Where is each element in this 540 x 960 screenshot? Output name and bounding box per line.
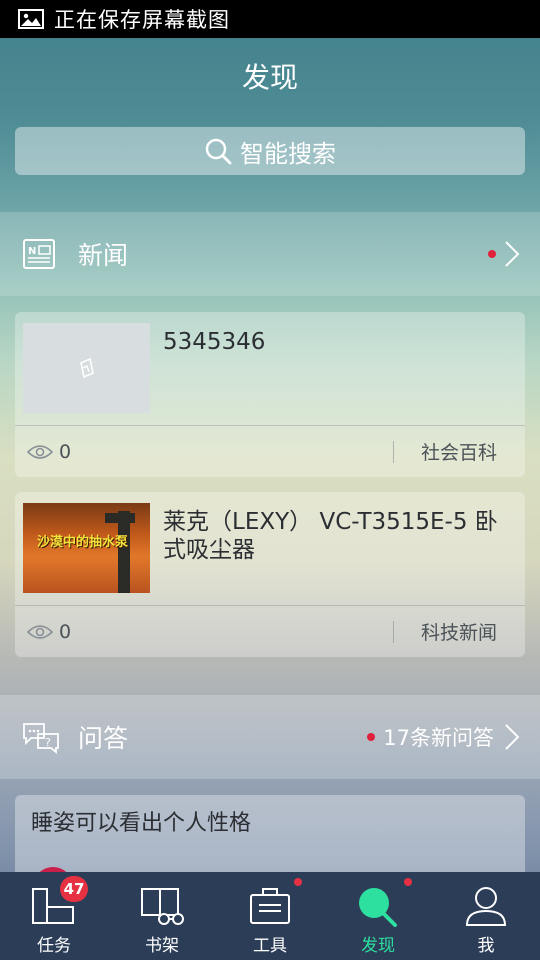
nav-item-tasks[interactable]: 47 任务 — [0, 872, 108, 960]
eye-icon — [27, 624, 53, 639]
page-title: 发现 — [241, 61, 298, 94]
news-title: 5345346 — [163, 329, 266, 355]
nav-item-tools[interactable]: 工具 — [216, 872, 324, 960]
thumbnail-caption: 沙漠中的抽水泵 — [37, 535, 129, 550]
news-card[interactable]: 5345346 0 社会百科 — [15, 312, 525, 477]
newspaper-icon: N — [23, 239, 55, 269]
notification-dot — [294, 878, 302, 886]
eye-icon — [27, 444, 53, 459]
toolbox-icon — [250, 888, 290, 924]
news-category[interactable]: 社会百科 — [421, 438, 497, 465]
chevron-right-icon — [505, 724, 520, 750]
new-indicator-dot — [488, 250, 496, 258]
news-section-header[interactable]: N 新闻 — [0, 212, 540, 296]
svg-text:?: ? — [45, 736, 51, 749]
divider — [392, 620, 394, 643]
view-count: 0 — [59, 620, 72, 643]
divider — [392, 440, 394, 463]
news-thumbnail: 沙漠中的抽水泵 — [23, 503, 150, 593]
nav-label: 工具 — [253, 936, 287, 956]
status-bar: 正在保存屏幕截图 — [0, 0, 540, 38]
nav-item-me[interactable]: 我 — [432, 872, 540, 960]
nav-item-bookshelf[interactable]: 书架 — [108, 872, 216, 960]
new-indicator-dot — [367, 733, 376, 741]
news-section-title: 新闻 — [78, 241, 129, 270]
news-card-footer: 0 社会百科 — [15, 426, 525, 477]
svg-text:N: N — [28, 246, 36, 257]
status-text: 正在保存屏幕截图 — [54, 8, 230, 32]
news-category[interactable]: 科技新闻 — [421, 618, 497, 645]
qa-new-count: 17条新问答 — [383, 726, 494, 750]
bottom-nav: 47 任务 书架 工具 发现 我 — [0, 872, 540, 960]
discover-search-icon — [359, 888, 397, 927]
nav-label: 我 — [477, 936, 495, 956]
nav-label: 任务 — [37, 936, 71, 956]
nav-label: 书架 — [145, 936, 179, 956]
search-bar[interactable]: 智能搜索 — [15, 127, 525, 175]
news-thumbnail — [23, 323, 150, 413]
news-card[interactable]: 沙漠中的抽水泵 莱克（LEXY） VC-T3515E-5 卧式吸尘器 0 科技新… — [15, 492, 525, 657]
view-count: 0 — [59, 440, 72, 463]
bookshelf-icon — [141, 888, 184, 925]
pump-graphic — [118, 511, 130, 593]
chat-question-icon: ? — [23, 723, 59, 754]
qa-title: 睡姿可以看出个人性格 — [31, 811, 252, 836]
image-icon — [18, 9, 44, 29]
search-label: 智能搜索 — [240, 139, 336, 168]
placeholder-image-icon — [79, 357, 94, 379]
user-icon — [465, 887, 507, 926]
news-card-footer: 0 科技新闻 — [15, 606, 525, 657]
task-count-badge: 47 — [60, 876, 88, 902]
qa-section-header[interactable]: ? 问答 17条新问答 — [0, 695, 540, 779]
news-title: 莱克（LEXY） VC-T3515E-5 卧式吸尘器 — [163, 509, 498, 563]
qa-section-title: 问答 — [78, 724, 129, 753]
nav-label: 发现 — [361, 936, 395, 956]
notification-dot — [404, 878, 412, 886]
chevron-right-icon — [505, 241, 520, 267]
nav-item-discover[interactable]: 发现 — [324, 872, 432, 960]
search-icon — [205, 138, 232, 165]
